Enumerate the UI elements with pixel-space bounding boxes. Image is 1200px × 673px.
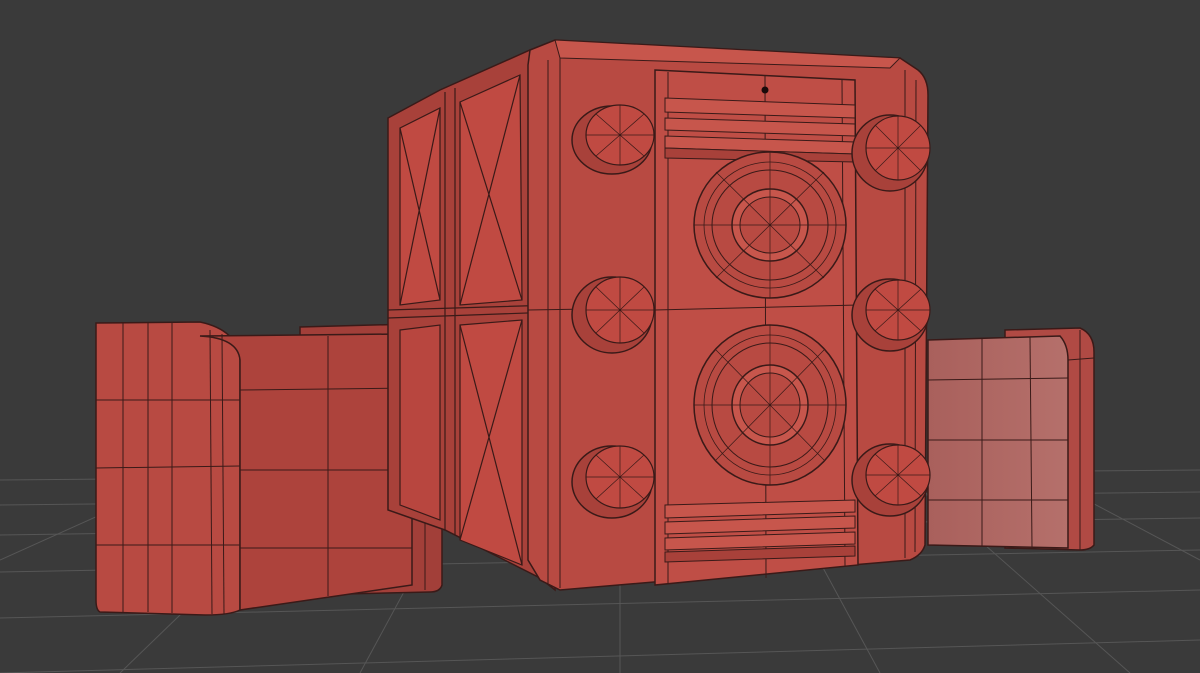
speaker-cabinet[interactable] [387,39,931,592]
woofer-lower [693,324,847,486]
viewport-canvas[interactable] [0,0,1200,673]
right-satellite-box[interactable] [927,327,1095,551]
3d-viewport[interactable] [0,0,1200,673]
knob-left-top [571,104,655,175]
screw-hole-icon [761,86,769,94]
woofer-upper [693,151,847,299]
